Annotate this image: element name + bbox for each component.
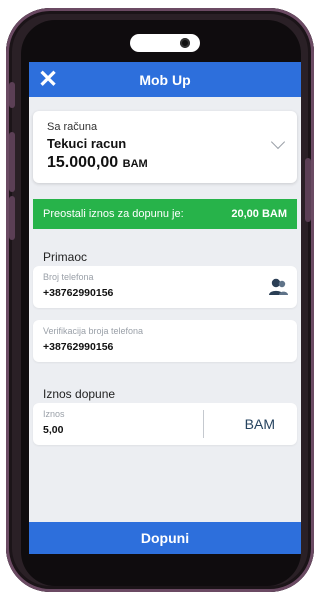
remaining-value: 20,00 BAM [231,208,287,220]
account-balance: 15.000,00 BAM [47,154,148,171]
phone-screen: ✕ Mob Up Sa računa Tekuci racun 15.000,0… [21,20,301,586]
phone-verification-field[interactable]: Verifikacija broja telefona +38762990156 [33,320,297,362]
phone-number-field[interactable]: Broj telefona +38762990156 [33,266,297,308]
phone-number-label: Broj telefona [43,272,94,282]
app-container: ✕ Mob Up Sa računa Tekuci racun 15.000,0… [29,62,301,554]
page-title: Mob Up [139,71,191,88]
phone-volume-down-button [9,196,15,240]
app-header: ✕ Mob Up [29,62,301,97]
chevron-down-icon[interactable] [270,134,286,150]
amount-label: Iznos [43,409,65,419]
phone-number-value: +38762990156 [43,287,114,299]
phone-power-button [305,158,311,222]
recipient-section-label: Primaoc [43,250,88,264]
amount-section-label: Iznos dopune [43,387,116,401]
phone-verification-label: Verifikacija broja telefona [43,326,144,336]
phone-volume-up-button [9,132,15,192]
remaining-label: Preostali iznos za dopunu je: [43,208,184,220]
camera-icon [180,38,190,48]
amount-field[interactable]: Iznos 5,00 BAM [33,403,297,445]
amount-value: 5,00 [43,424,64,436]
amount-currency: BAM [244,416,275,432]
account-label: Sa računa [47,121,98,133]
submit-label: Dopuni [140,530,190,546]
phone-side-button [9,82,15,108]
notch [130,34,200,52]
phone-verification-value: +38762990156 [43,341,114,353]
account-selector[interactable]: Sa računa Tekuci racun 15.000,00 BAM [33,111,297,183]
close-icon[interactable]: ✕ [35,66,61,93]
divider [203,410,204,438]
contact-picker-icon[interactable] [267,276,289,298]
submit-button[interactable]: Dopuni [29,522,301,554]
remaining-amount-banner: Preostali iznos za dopunu je: 20,00 BAM [33,199,297,229]
account-name: Tekuci racun [47,136,127,151]
